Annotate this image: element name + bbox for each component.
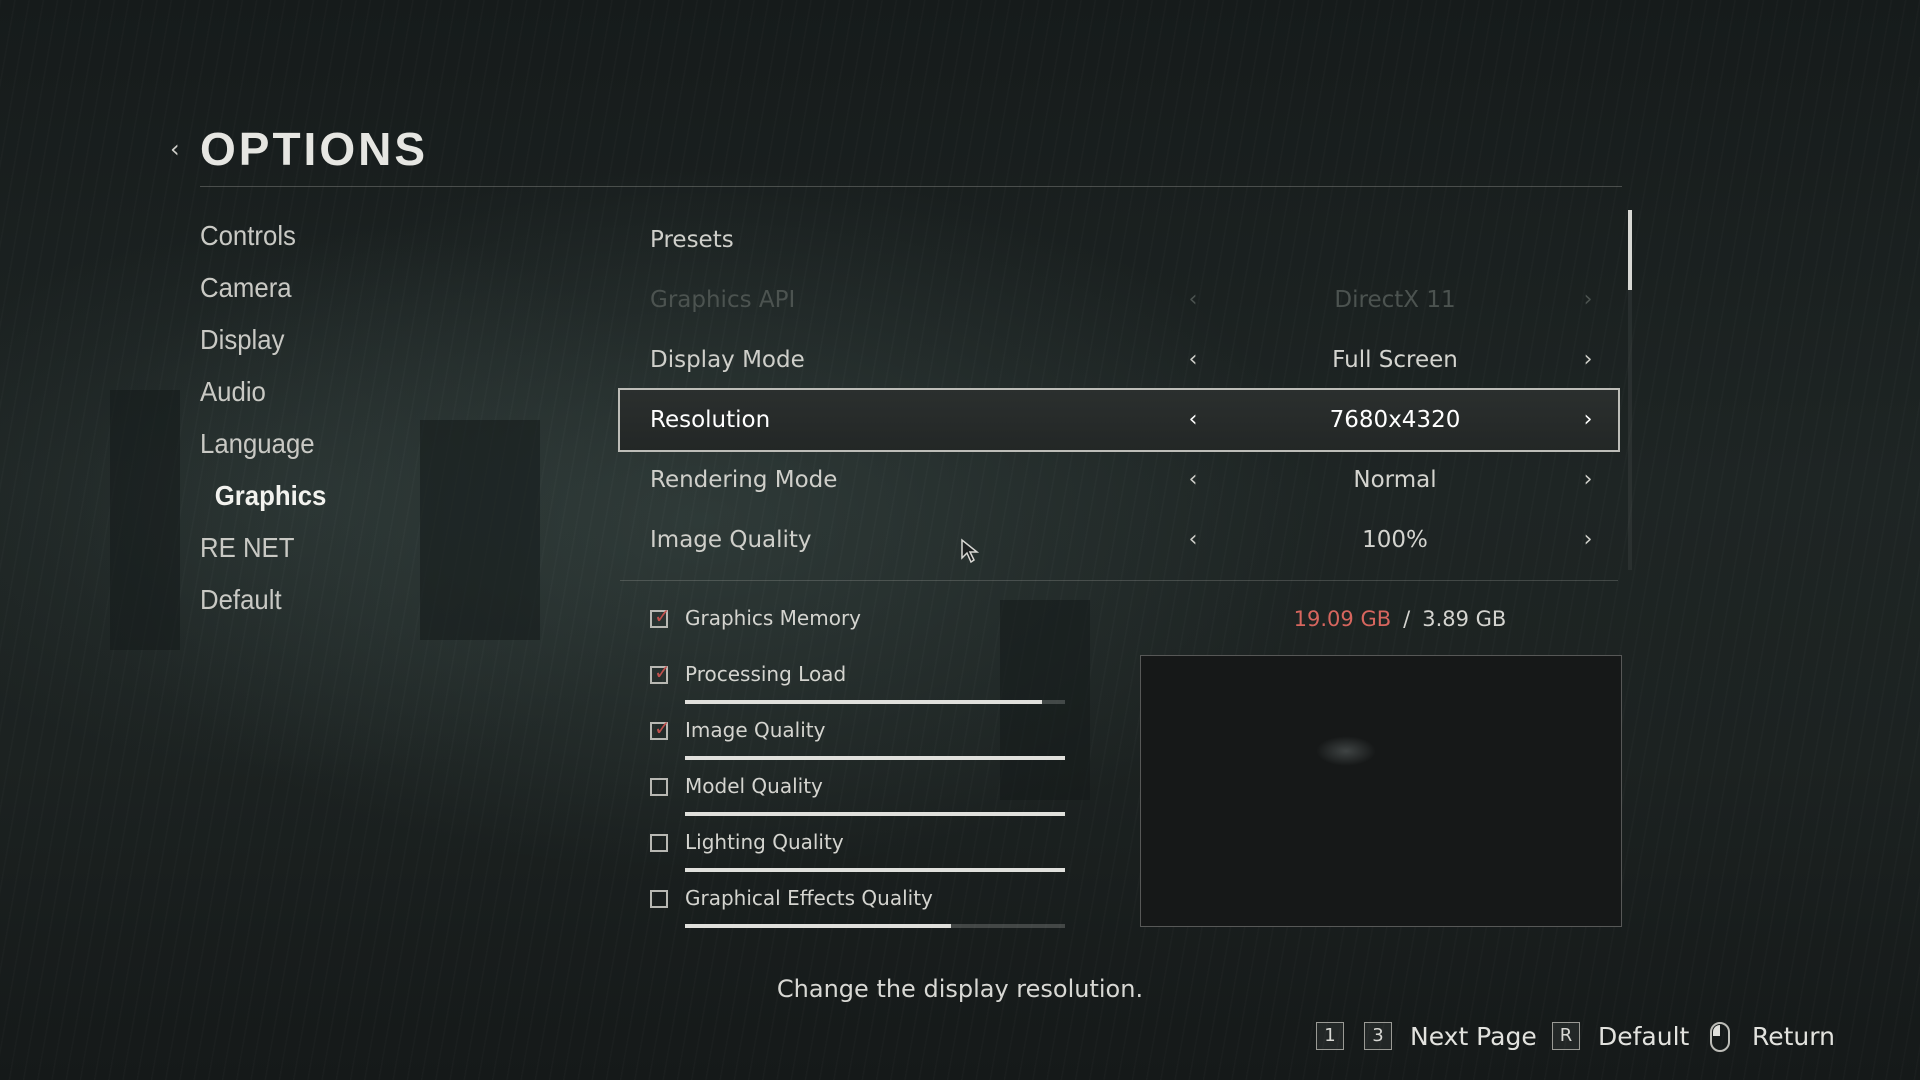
- setting-row-rendering-mode[interactable]: Rendering Mode ‹ Normal ›: [620, 450, 1618, 510]
- page-title: OPTIONS: [200, 123, 429, 175]
- load-bar-fill: [685, 700, 1043, 704]
- chevron-left-icon[interactable]: ‹: [1183, 450, 1203, 510]
- key-1-icon: 1: [1316, 1022, 1344, 1050]
- setting-label: Image Quality: [650, 527, 812, 553]
- setting-row-image-quality[interactable]: Image Quality ‹ 100% ›: [620, 510, 1618, 570]
- checkmark-icon: ✓: [654, 716, 671, 740]
- setting-value: Full Screen: [1332, 347, 1458, 373]
- load-bar-fill: [685, 868, 1065, 872]
- check-label: Model Quality: [685, 774, 823, 798]
- graphics-memory-readout: 19.09 GB / 3.89 GB: [1270, 607, 1530, 631]
- check-processing-load[interactable]: ✓ Processing Load: [650, 656, 1070, 712]
- sidebar-item-default[interactable]: Default: [200, 574, 531, 626]
- chevron-left-icon: ‹: [1188, 287, 1198, 312]
- chevron-right-icon[interactable]: ›: [1578, 510, 1598, 570]
- setting-label: Rendering Mode: [650, 467, 838, 493]
- key-r-icon: R: [1552, 1022, 1580, 1050]
- memory-used: 19.09 GB: [1293, 607, 1392, 631]
- chevron-right-icon: ›: [1583, 287, 1593, 312]
- load-bar: [685, 756, 1065, 760]
- load-bar: [685, 924, 1065, 928]
- sidebar-item-re-net[interactable]: RE NET: [200, 522, 531, 574]
- check-model-quality[interactable]: Model Quality: [650, 768, 1070, 824]
- key-3-icon: 3: [1364, 1022, 1392, 1050]
- setting-label: Display Mode: [650, 347, 805, 373]
- setting-row-resolution[interactable]: Resolution ‹ 7680x4320 ›: [618, 388, 1620, 452]
- mouse-icon: [1710, 1022, 1730, 1052]
- header: ‹ OPTIONS: [170, 118, 1622, 178]
- load-bar: [685, 812, 1065, 816]
- sidebar-item-graphics[interactable]: Graphics: [200, 470, 531, 522]
- setting-row-display-mode[interactable]: Display Mode ‹ Full Screen ›: [620, 330, 1618, 390]
- load-bar-fill: [685, 812, 1065, 816]
- options-screen: ‹ OPTIONS Controls Camera Display Audio …: [0, 0, 1920, 1080]
- memory-separator: /: [1403, 607, 1411, 631]
- check-label: Processing Load: [685, 662, 847, 686]
- scrollbar-thumb[interactable]: [1628, 210, 1632, 290]
- check-lighting-quality[interactable]: Lighting Quality: [650, 824, 1070, 880]
- chevron-left-icon[interactable]: ‹: [1183, 390, 1203, 450]
- check-label: Lighting Quality: [685, 830, 844, 854]
- return-button[interactable]: Return: [1752, 1020, 1835, 1054]
- setting-value: Normal: [1353, 467, 1437, 493]
- presets-label: Presets: [650, 227, 734, 253]
- help-text: Change the display resolution.: [776, 975, 1144, 1003]
- header-divider: [200, 186, 1622, 187]
- load-bar-fill: [685, 756, 1065, 760]
- chevron-right-icon[interactable]: ›: [1578, 390, 1598, 450]
- preview-window: [1140, 655, 1622, 927]
- check-graphical-effects-quality[interactable]: Graphical Effects Quality: [650, 880, 1070, 936]
- settings-panel: Presets Graphics API ‹ DirectX 11 › Disp…: [618, 210, 1620, 570]
- check-label: Graphics Memory: [685, 606, 862, 630]
- panel-divider: [620, 580, 1618, 581]
- sidebar-item-controls[interactable]: Controls: [200, 210, 531, 262]
- back-chevron-icon[interactable]: ‹: [170, 137, 188, 161]
- setting-value: DirectX 11: [1334, 287, 1456, 313]
- setting-label: Graphics API: [650, 287, 796, 313]
- sidebar: Controls Camera Display Audio Language G…: [200, 210, 560, 626]
- load-bar: [685, 868, 1065, 872]
- check-graphics-memory[interactable]: ✓ Graphics Memory: [650, 600, 1070, 656]
- load-bar: [685, 700, 1065, 704]
- check-label: Image Quality: [685, 718, 826, 742]
- load-checklist: ✓ Graphics Memory ✓ Processing Load ✓ Im…: [650, 600, 1070, 936]
- checkbox[interactable]: [650, 778, 668, 796]
- sidebar-item-camera[interactable]: Camera: [200, 262, 531, 314]
- checkbox[interactable]: ✓: [650, 718, 671, 740]
- checkbox[interactable]: ✓: [650, 606, 671, 628]
- sidebar-item-language[interactable]: Language: [200, 418, 531, 470]
- footer-controls: 1 3 Next Page R Default Return: [1310, 1020, 1890, 1054]
- chevron-right-icon[interactable]: ›: [1578, 330, 1598, 390]
- chevron-left-icon[interactable]: ‹: [1183, 510, 1203, 570]
- checkbox[interactable]: [650, 890, 668, 908]
- setting-value: 100%: [1362, 527, 1428, 553]
- sidebar-item-display[interactable]: Display: [200, 314, 531, 366]
- setting-label: Resolution: [650, 407, 771, 433]
- chevron-right-icon[interactable]: ›: [1578, 450, 1598, 510]
- setting-row-graphics-api: Graphics API ‹ DirectX 11 ›: [620, 270, 1618, 330]
- memory-total: 3.89 GB: [1422, 607, 1507, 631]
- background-building: [110, 390, 180, 650]
- checkbox[interactable]: [650, 834, 668, 852]
- sidebar-item-audio[interactable]: Audio: [200, 366, 531, 418]
- next-page-button[interactable]: Next Page: [1410, 1020, 1537, 1054]
- check-image-quality[interactable]: ✓ Image Quality: [650, 712, 1070, 768]
- presets-row[interactable]: Presets: [620, 210, 1618, 270]
- checkbox[interactable]: ✓: [650, 662, 671, 684]
- check-label: Graphical Effects Quality: [685, 886, 933, 910]
- preview-light: [1316, 736, 1376, 766]
- chevron-left-icon[interactable]: ‹: [1183, 330, 1203, 390]
- checkmark-icon: ✓: [654, 604, 671, 628]
- setting-value: 7680x4320: [1329, 407, 1461, 433]
- checkmark-icon: ✓: [654, 660, 671, 684]
- mouse-cursor-icon: [961, 538, 980, 564]
- load-bar-fill: [685, 924, 951, 928]
- default-button[interactable]: Default: [1598, 1020, 1689, 1054]
